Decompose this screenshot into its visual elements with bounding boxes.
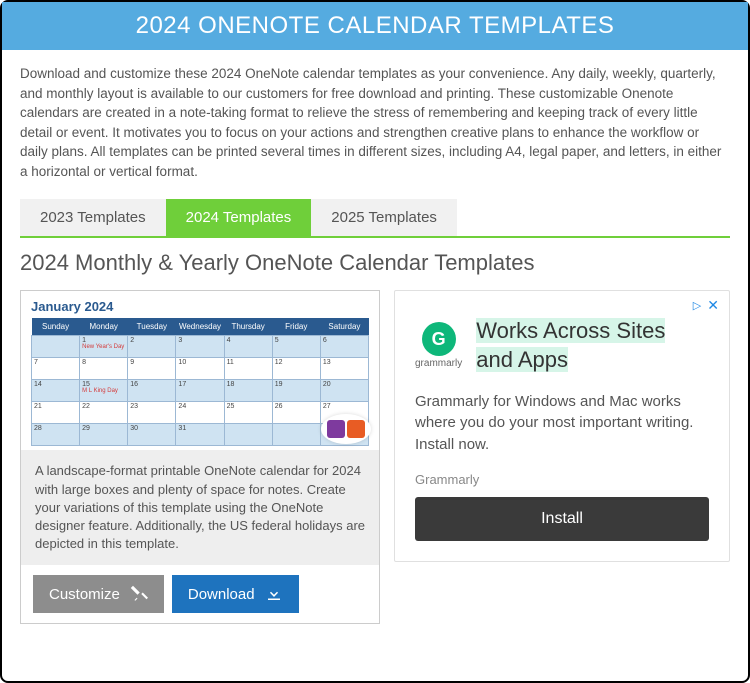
day-header: Sunday bbox=[32, 318, 80, 336]
tab-2024[interactable]: 2024 Templates bbox=[166, 199, 312, 236]
template-description: A landscape-format printable OneNote cal… bbox=[21, 450, 379, 565]
tab-2025[interactable]: 2025 Templates bbox=[311, 199, 457, 236]
ad-install-button[interactable]: Install bbox=[415, 497, 709, 541]
pdf-icon bbox=[347, 420, 365, 438]
day-header: Friday bbox=[272, 318, 320, 336]
calendar-grid: Sunday Monday Tuesday Wednesday Thursday… bbox=[31, 318, 369, 446]
customize-label: Customize bbox=[49, 586, 120, 603]
day-header: Thursday bbox=[224, 318, 272, 336]
ad-close-icon[interactable]: ✕ bbox=[707, 297, 719, 314]
day-header: Tuesday bbox=[128, 318, 176, 336]
onenote-icon bbox=[327, 420, 345, 438]
card-actions: Customize Download bbox=[21, 565, 379, 623]
year-tabs: 2023 Templates 2024 Templates 2025 Templ… bbox=[20, 199, 730, 238]
tools-icon bbox=[130, 585, 148, 603]
ad-headline-line1: Works Across Sites bbox=[476, 318, 665, 343]
day-header: Wednesday bbox=[176, 318, 224, 336]
grammarly-logo-label: grammarly bbox=[415, 358, 462, 369]
two-column-row: January 2024 Sunday Monday Tuesday Wedne… bbox=[20, 290, 730, 624]
ad-container: ▷ ✕ G grammarly Works Across Sites and A… bbox=[394, 290, 730, 561]
customize-button[interactable]: Customize bbox=[33, 575, 164, 613]
ad-info-icon[interactable]: ▷ bbox=[693, 299, 701, 312]
thumbnail-month-title: January 2024 bbox=[31, 299, 369, 314]
download-label: Download bbox=[188, 586, 255, 603]
grammarly-logo: G grammarly bbox=[415, 322, 462, 369]
ad-logo-row: G grammarly Works Across Sites and Apps bbox=[415, 317, 709, 374]
ad-headline: Works Across Sites and Apps bbox=[476, 317, 665, 374]
download-icon bbox=[265, 585, 283, 603]
download-button[interactable]: Download bbox=[172, 575, 299, 613]
ad-info-controls: ▷ ✕ bbox=[693, 297, 719, 314]
page-header: 2024 ONENOTE CALENDAR TEMPLATES bbox=[2, 2, 748, 50]
tab-2023[interactable]: 2023 Templates bbox=[20, 199, 166, 236]
grammarly-circle-icon: G bbox=[422, 322, 456, 356]
template-card: January 2024 Sunday Monday Tuesday Wedne… bbox=[20, 290, 380, 624]
page-content: Download and customize these 2024 OneNot… bbox=[2, 50, 748, 638]
ad-brand-label: Grammarly bbox=[415, 472, 709, 487]
ad-body-text: Grammarly for Windows and Mac works wher… bbox=[415, 391, 709, 456]
section-title: 2024 Monthly & Yearly OneNote Calendar T… bbox=[20, 250, 730, 276]
day-header: Monday bbox=[80, 318, 128, 336]
calendar-thumbnail[interactable]: January 2024 Sunday Monday Tuesday Wedne… bbox=[21, 291, 379, 450]
intro-paragraph: Download and customize these 2024 OneNot… bbox=[20, 64, 730, 181]
ad-headline-line2: and Apps bbox=[476, 347, 568, 372]
day-header: Saturday bbox=[320, 318, 368, 336]
